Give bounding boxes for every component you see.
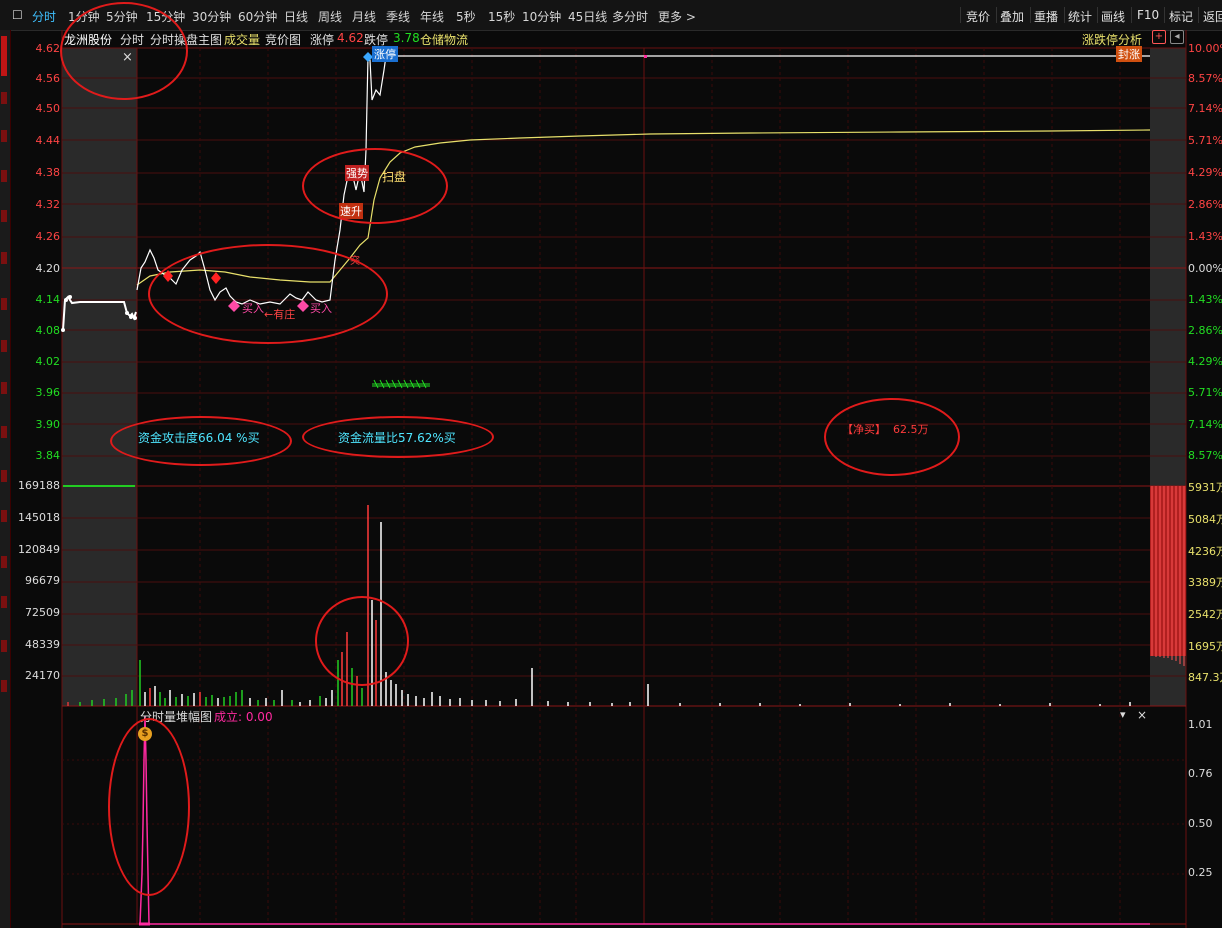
tab-period-45day[interactable]: 45日线	[568, 8, 607, 25]
tab-period-day[interactable]: 日线	[284, 8, 308, 25]
highlight-ellipse-netbuy	[824, 398, 960, 476]
panel-close-icon[interactable]: ×	[1137, 708, 1147, 722]
flow-ticks	[372, 379, 430, 389]
limit-down-value: 3.78	[393, 31, 420, 45]
add-icon[interactable]: +	[1152, 30, 1166, 44]
tab-period-week[interactable]: 周线	[318, 8, 342, 25]
checkbox-icon[interactable]: ☐	[12, 8, 23, 22]
highlight-ellipse-attack	[110, 416, 292, 466]
tab-period-multi[interactable]: 多分时	[612, 8, 648, 25]
tab-period-15s[interactable]: 15秒	[488, 8, 515, 25]
period-toolbar: ☐ 分时 1分钟 5分钟 15分钟 30分钟 60分钟 日线 周线 月线 季线 …	[0, 0, 1222, 31]
highlight-ellipse-sweep	[302, 148, 448, 224]
limit-up-value: 4.62	[337, 31, 364, 45]
tab-period-month[interactable]: 月线	[352, 8, 376, 25]
tab-period-10min[interactable]: 10分钟	[522, 8, 561, 25]
limit-up-label: 涨停	[310, 33, 335, 47]
highlight-ellipse-buy	[148, 244, 388, 344]
more-periods-button[interactable]: 更多 >	[658, 8, 696, 25]
highlight-ellipse-flow	[302, 416, 494, 458]
deal-value: 成立: 0.00	[214, 710, 273, 724]
label-volume[interactable]: 成交量	[224, 31, 260, 48]
mark-button[interactable]: 标记	[1169, 8, 1193, 25]
auction-button[interactable]: 竞价	[966, 8, 990, 25]
tab-period-season[interactable]: 季线	[386, 8, 410, 25]
back-button[interactable]: 返回	[1203, 8, 1222, 25]
replay-button[interactable]: 重播	[1034, 8, 1058, 25]
limit-up-tag: 涨停	[372, 46, 398, 62]
draw-line-button[interactable]: 画线	[1101, 8, 1125, 25]
stats-button[interactable]: 统计	[1068, 8, 1092, 25]
highlight-ellipse-stack	[108, 718, 190, 896]
tab-period-fenshi[interactable]: 分时	[32, 8, 56, 25]
settings-icon[interactable]: ◂	[1170, 30, 1184, 44]
highlight-ellipse-title	[60, 2, 188, 100]
tab-period-year[interactable]: 年线	[420, 8, 444, 25]
panel-menu-icon[interactable]: ▾	[1120, 708, 1126, 721]
f10-button[interactable]: F10	[1137, 8, 1159, 22]
seal-limit-tag: 封涨	[1116, 46, 1142, 62]
tab-period-60min[interactable]: 60分钟	[238, 8, 277, 25]
pre-market-shade	[62, 48, 137, 706]
highlight-ellipse-volume	[315, 596, 409, 686]
label-auction-chart[interactable]: 竞价图	[265, 31, 301, 48]
tab-period-5s[interactable]: 5秒	[456, 8, 476, 25]
overlay-button[interactable]: 叠加	[1000, 8, 1024, 25]
tab-period-30min[interactable]: 30分钟	[192, 8, 231, 25]
sector-label[interactable]: 仓储物流	[420, 31, 468, 48]
volume-grid	[62, 517, 1186, 677]
